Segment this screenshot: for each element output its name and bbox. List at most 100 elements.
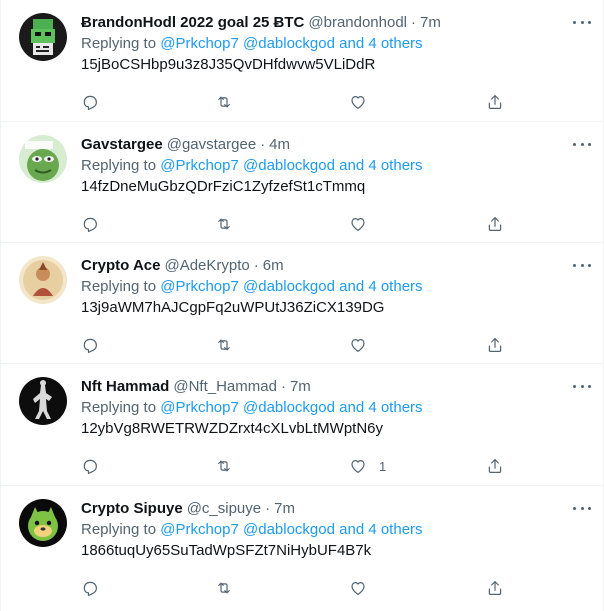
action-bar [81, 93, 591, 113]
others-link[interactable]: and 4 others [339, 399, 422, 416]
user-handle[interactable]: @AdeKrypto [164, 256, 249, 276]
retweet-button[interactable] [215, 215, 233, 233]
avatar[interactable] [19, 499, 67, 547]
timestamp[interactable]: 7m [290, 377, 311, 397]
mention-link[interactable]: @dablockgod [243, 521, 335, 538]
mention-link[interactable]: @dablockgod [243, 35, 335, 52]
reply-button[interactable] [81, 215, 99, 233]
tweet-text: 14fzDneMuGbzQDrFziC1ZyfzefSt1cTmmq [81, 178, 366, 195]
like-button[interactable] [349, 579, 379, 597]
user-handle[interactable]: @brandonhodl [308, 13, 407, 33]
retweet-button[interactable] [215, 457, 233, 475]
user-handle[interactable]: @Nft_Hammad [173, 377, 277, 397]
like-button[interactable] [349, 215, 379, 233]
heart-icon [351, 582, 365, 595]
replying-to: Replying to @Prkchop7 @dablockgod and 4 … [81, 156, 591, 176]
retweet-button[interactable] [215, 93, 233, 111]
mention-link[interactable]: @Prkchop7 [160, 35, 239, 52]
retweet-icon [218, 218, 230, 230]
reply-button[interactable] [81, 93, 99, 111]
timestamp[interactable]: 7m [420, 13, 441, 33]
others-link[interactable]: and 4 others [339, 35, 422, 52]
display-name[interactable]: Nft Hammad [81, 377, 169, 397]
replying-label: Replying to [81, 521, 157, 538]
display-name[interactable]: Crypto Sipuye [81, 499, 183, 519]
tweet-text: 12ybVg8RWETRWZDZrxt4cXLvbLtMWptN6y [81, 420, 384, 437]
share-button[interactable] [486, 579, 504, 597]
user-handle[interactable]: @c_sipuye [187, 499, 261, 519]
replying-label: Replying to [81, 399, 157, 416]
retweet-button[interactable] [215, 336, 233, 354]
timestamp[interactable]: 7m [274, 499, 295, 519]
more-horizontal-icon[interactable] [573, 137, 591, 151]
reply-icon [83, 459, 97, 475]
mention-link[interactable]: @Prkchop7 [160, 399, 239, 416]
more-horizontal-icon[interactable] [573, 258, 591, 272]
timestamp[interactable]: 4m [269, 135, 290, 155]
share-button[interactable] [486, 336, 504, 354]
share-button[interactable] [486, 215, 504, 233]
action-bar: 1 [81, 457, 591, 477]
like-button[interactable] [349, 336, 379, 354]
reply-icon [83, 217, 97, 233]
replying-to: Replying to @Prkchop7 @dablockgod and 4 … [81, 277, 591, 297]
mention-link[interactable]: @dablockgod [243, 278, 335, 295]
heart-icon [351, 96, 365, 109]
display-name[interactable]: Crypto Ace [81, 256, 160, 276]
retweet-icon [218, 339, 230, 351]
mention-link[interactable]: @Prkchop7 [160, 278, 239, 295]
tweet[interactable]: ɃrandonHodl 2022 goal 25 ɃTC @brandonhod… [1, 0, 604, 122]
reply-button[interactable] [81, 336, 99, 354]
like-button[interactable] [349, 93, 379, 111]
others-link[interactable]: and 4 others [339, 157, 422, 174]
action-bar [81, 579, 591, 599]
more-horizontal-icon[interactable] [573, 501, 591, 515]
mention-link[interactable]: @dablockgod [243, 157, 335, 174]
tweet[interactable]: Nft Hammad @Nft_Hammad · 7m Replying to … [1, 364, 604, 486]
share-button[interactable] [486, 457, 504, 475]
avatar[interactable] [19, 13, 67, 61]
timeline: ɃrandonHodl 2022 goal 25 ɃTC @brandonhod… [0, 0, 604, 611]
share-icon [488, 459, 502, 473]
avatar[interactable] [19, 256, 67, 304]
display-name[interactable]: Gavstargee [81, 135, 163, 155]
share-icon [488, 95, 502, 109]
tweet[interactable]: Crypto Sipuye @c_sipuye · 7m Replying to… [1, 486, 604, 611]
share-button[interactable] [486, 93, 504, 111]
more-horizontal-icon[interactable] [573, 15, 591, 29]
action-bar [81, 215, 591, 235]
heart-icon [351, 460, 365, 473]
retweet-icon [218, 582, 230, 594]
like-button[interactable]: 1 [349, 457, 386, 475]
separator-dot: · [280, 378, 286, 395]
avatar[interactable] [19, 377, 67, 425]
reply-button[interactable] [81, 457, 99, 475]
tweet[interactable]: Gavstargee @gavstargee · 4m Replying to … [1, 122, 604, 243]
retweet-button[interactable] [215, 579, 233, 597]
action-bar [81, 336, 591, 356]
separator-dot: · [265, 500, 271, 517]
replying-to: Replying to @Prkchop7 @dablockgod and 4 … [81, 34, 591, 54]
tweet[interactable]: Crypto Ace @AdeKrypto · 6m Replying to @… [1, 243, 604, 364]
separator-dot: · [253, 257, 259, 274]
timestamp[interactable]: 6m [263, 256, 284, 276]
user-handle[interactable]: @gavstargee [167, 135, 256, 155]
others-link[interactable]: and 4 others [339, 278, 422, 295]
mention-link[interactable]: @Prkchop7 [160, 521, 239, 538]
like-count: 1 [379, 458, 387, 474]
mention-link[interactable]: @Prkchop7 [160, 157, 239, 174]
reply-icon [83, 95, 97, 111]
tweet-text: 15jBoCSHbp9u3z8J35QvDHfdwvw5VLiDdR [81, 56, 376, 73]
separator-dot: · [260, 136, 266, 153]
more-horizontal-icon[interactable] [573, 379, 591, 393]
replying-label: Replying to [81, 278, 157, 295]
share-icon [488, 581, 502, 595]
replying-label: Replying to [81, 35, 157, 52]
display-name[interactable]: ɃrandonHodl 2022 goal 25 ɃTC [81, 13, 304, 33]
mention-link[interactable]: @dablockgod [243, 399, 335, 416]
reply-button[interactable] [81, 579, 99, 597]
replying-label: Replying to [81, 157, 157, 174]
retweet-icon [218, 96, 230, 108]
others-link[interactable]: and 4 others [339, 521, 422, 538]
avatar[interactable] [19, 135, 67, 183]
